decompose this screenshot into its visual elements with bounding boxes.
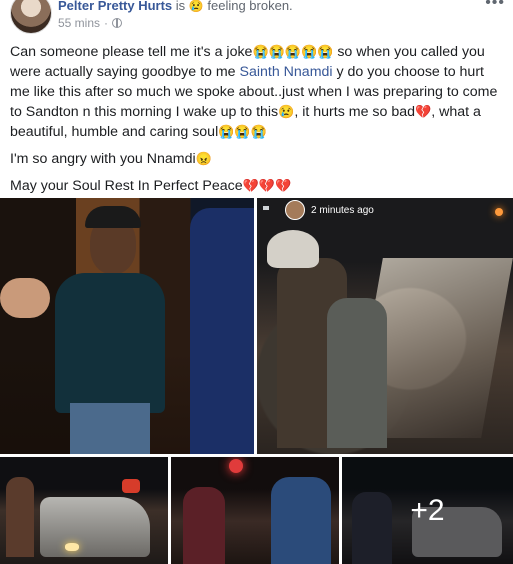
crying-emoji-group: 😭😭😭😭😭 (252, 44, 334, 59)
photo-1-jeans (70, 403, 150, 454)
post-body: Can someone please tell me it's a joke😭😭… (10, 42, 506, 203)
photo-2-worker-2 (327, 298, 387, 448)
feeling-emoji: 😢 (188, 0, 204, 13)
photo-1-person-right (190, 208, 254, 454)
photo-1-arm (0, 278, 50, 318)
para2-text: I'm so angry with you Nnamdi (10, 151, 196, 167)
photo-3-person (6, 477, 34, 557)
post-paragraph-2: I'm so angry with you Nnamdi😠 (10, 149, 506, 169)
angry-emoji: 😠 (195, 151, 212, 166)
para1-text-d: , it hurts me so bad (294, 104, 415, 120)
post-timestamp[interactable]: 55 mins (58, 16, 100, 30)
para3-text: May your Soul Rest In Perfect Peace (10, 178, 243, 194)
author-name[interactable]: Pelter Pretty Hurts (58, 0, 172, 13)
photo-4[interactable] (171, 457, 339, 564)
photo-5[interactable]: +2 (342, 457, 513, 564)
more-options-icon[interactable]: ••• (485, 0, 505, 12)
photo-4-person-1 (183, 487, 225, 564)
photo-2-marker (263, 206, 269, 210)
post-header: Pelter Pretty Hurts is 😢 feeling broken.… (0, 0, 513, 36)
photo-grid: 2 minutes ago +2 (0, 198, 513, 564)
photo-1-shirt (55, 273, 165, 413)
crying-emoji-group-2: 😭😭😭 (218, 124, 267, 139)
meta-separator: · (104, 16, 109, 30)
photo-3-headlight (65, 543, 79, 551)
post-paragraph-3: May your Soul Rest In Perfect Peace💔💔💔 (10, 176, 506, 196)
photo-3-car (40, 497, 150, 557)
photo-3-red-light (122, 479, 140, 493)
photo-3[interactable] (0, 457, 168, 564)
feeling-text: feeling broken. (207, 0, 293, 13)
author-line: Pelter Pretty Hurts is 😢 feeling broken. (58, 0, 293, 13)
author-avatar[interactable] (10, 0, 52, 34)
photo-1[interactable] (0, 198, 254, 454)
photo-1-cap (85, 206, 141, 228)
photo-2-helmet (267, 230, 319, 268)
photo-4-siren-light (229, 459, 243, 473)
photo-2[interactable]: 2 minutes ago (257, 198, 513, 454)
photo-2-story-header: 2 minutes ago (285, 200, 374, 220)
globe-icon[interactable] (112, 18, 123, 28)
photo-2-story-time: 2 minutes ago (311, 204, 374, 216)
broken-hearts-emoji: 💔💔💔 (242, 178, 292, 193)
para1-text-a: Can someone please tell me it's a joke (10, 44, 253, 60)
more-photos-count[interactable]: +2 (342, 457, 513, 564)
mention-link[interactable]: Sainth Nnamdi (240, 64, 333, 80)
is-word: is (175, 0, 186, 13)
photo-2-streetlight (495, 208, 503, 216)
post-meta: 55 mins · (58, 16, 123, 30)
photo-4-person-2 (271, 477, 331, 564)
broken-heart-emoji: 💔 (415, 104, 432, 119)
sad-emoji: 😢 (278, 104, 295, 119)
photo-2-story-avatar (285, 200, 305, 220)
post-paragraph-1: Can someone please tell me it's a joke😭😭… (10, 42, 506, 142)
